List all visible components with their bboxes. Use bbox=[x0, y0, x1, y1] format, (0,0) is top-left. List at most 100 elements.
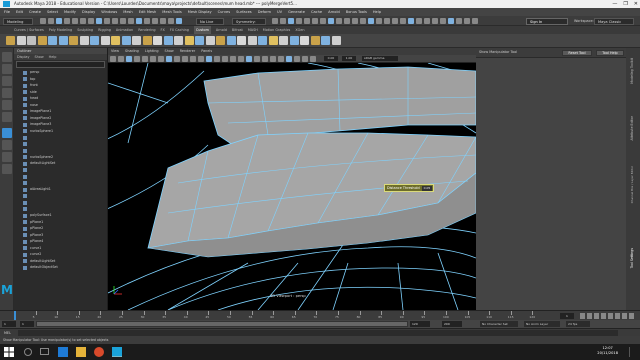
viewport-menu-item[interactable]: Panels bbox=[201, 48, 212, 55]
live-surface-field[interactable]: No Live Surface bbox=[196, 17, 224, 30]
toolbar-icon[interactable] bbox=[280, 18, 286, 24]
viewport-menu-item[interactable]: Lighting bbox=[145, 48, 159, 55]
range-start-field[interactable]: 1 bbox=[20, 321, 34, 327]
menu-item[interactable]: Mesh Display bbox=[188, 8, 212, 16]
toolbar-icon[interactable] bbox=[344, 18, 350, 24]
tab-channel-box[interactable]: Channel Box / Layer Editor bbox=[630, 166, 634, 203]
toolbar-icon[interactable] bbox=[80, 18, 86, 24]
menu-item[interactable]: Create bbox=[29, 8, 41, 16]
skip-end-icon[interactable] bbox=[629, 313, 634, 319]
toolbar-icon[interactable] bbox=[166, 56, 172, 62]
next-key-icon[interactable] bbox=[615, 313, 620, 319]
reset-tool-button[interactable]: Reset Tool bbox=[562, 50, 592, 56]
select-tool-icon[interactable] bbox=[2, 52, 12, 62]
step-forward-icon[interactable] bbox=[622, 313, 627, 319]
menu-item[interactable]: Deform bbox=[258, 8, 271, 16]
layout-four-icon[interactable] bbox=[2, 140, 12, 150]
toolbar-icon[interactable] bbox=[182, 56, 188, 62]
toolbar-icon[interactable] bbox=[144, 18, 150, 24]
minimize-button[interactable]: — bbox=[612, 0, 617, 8]
toolbar-icon[interactable] bbox=[118, 56, 124, 62]
toolbar-icon[interactable] bbox=[112, 18, 118, 24]
shelf-tab[interactable]: Custom bbox=[193, 26, 211, 34]
toolbar-icon[interactable] bbox=[416, 18, 422, 24]
shelf-tool-icon[interactable] bbox=[205, 36, 215, 45]
toolbar-icon[interactable] bbox=[238, 56, 244, 62]
shelf-tool-icon[interactable] bbox=[121, 36, 131, 45]
toolbar-icon[interactable] bbox=[110, 56, 116, 62]
shelf-tool-icon[interactable] bbox=[247, 36, 257, 45]
toolbar-icon[interactable] bbox=[384, 18, 390, 24]
toolbar-icon[interactable] bbox=[432, 18, 438, 24]
toolbar-icon[interactable] bbox=[128, 18, 134, 24]
shelf-tool-icon[interactable] bbox=[142, 36, 152, 45]
toolbar-icon[interactable] bbox=[168, 18, 174, 24]
show-desktop-button[interactable] bbox=[629, 347, 637, 357]
menu-item[interactable]: File bbox=[4, 8, 10, 16]
close-button[interactable]: ✕ bbox=[634, 0, 638, 8]
menu-item[interactable]: Edit Mesh bbox=[139, 8, 157, 16]
toolbar-icon[interactable] bbox=[464, 18, 470, 24]
tab-tool-settings[interactable]: Tool Settings bbox=[630, 248, 634, 268]
edge-browser-icon[interactable] bbox=[58, 347, 68, 357]
toolbar-icon[interactable] bbox=[278, 56, 284, 62]
menu-item[interactable]: Curves bbox=[218, 8, 230, 16]
tab-modeling-toolkit[interactable]: Modeling Toolkit bbox=[630, 58, 634, 84]
shelf-tool-icon[interactable] bbox=[331, 36, 341, 45]
menu-item[interactable]: Edit bbox=[16, 8, 23, 16]
current-frame-field[interactable]: 1 bbox=[560, 313, 574, 319]
shelf-tool-icon[interactable] bbox=[111, 36, 120, 45]
menu-item[interactable]: Mesh Tools bbox=[162, 8, 181, 16]
toolbar-icon[interactable] bbox=[56, 18, 62, 24]
shelf-tool-icon[interactable] bbox=[163, 36, 173, 45]
menu-item[interactable]: Surfaces bbox=[236, 8, 252, 16]
menu-item[interactable]: UV bbox=[277, 8, 282, 16]
shelf-tool-icon[interactable] bbox=[289, 36, 299, 45]
maya-taskbar-icon[interactable] bbox=[112, 347, 122, 357]
viewport-menu-item[interactable]: Show bbox=[165, 48, 174, 55]
viewport-menu-item[interactable]: View bbox=[111, 48, 119, 55]
shelf-tab[interactable]: XGen bbox=[295, 26, 304, 34]
toolbar-icon[interactable] bbox=[288, 18, 294, 24]
paint-select-icon[interactable] bbox=[2, 76, 12, 86]
layout-side-icon[interactable] bbox=[2, 152, 12, 162]
toolbar-icon[interactable] bbox=[472, 18, 478, 24]
shelf-tool-icon[interactable] bbox=[195, 36, 204, 45]
toolbar-icon[interactable] bbox=[150, 56, 156, 62]
toolbar-icon[interactable] bbox=[302, 56, 308, 62]
character-set-dropdown[interactable]: No Character Set bbox=[480, 321, 518, 327]
shelf-tab[interactable]: Arnold bbox=[216, 26, 227, 34]
shelf-tool-icon[interactable] bbox=[37, 36, 47, 45]
shelf-tool-icon[interactable] bbox=[268, 36, 278, 45]
menu-item[interactable]: Arnold bbox=[328, 8, 340, 16]
toolbar-icon[interactable] bbox=[304, 18, 310, 24]
search-icon[interactable] bbox=[24, 348, 32, 356]
menu-item[interactable]: Mesh bbox=[123, 8, 132, 16]
toolbar-icon[interactable] bbox=[120, 18, 126, 24]
layout-single-icon[interactable] bbox=[2, 128, 12, 138]
toolbar-icon[interactable] bbox=[142, 56, 148, 62]
toolbar-icon[interactable] bbox=[158, 56, 164, 62]
outliner-menu-show[interactable]: Show bbox=[35, 54, 44, 60]
range-end-field[interactable]: 120 bbox=[410, 321, 430, 327]
viewport-menu-item[interactable]: Renderer bbox=[180, 48, 195, 55]
toolbar-icon[interactable] bbox=[88, 18, 94, 24]
toolbar-icon[interactable] bbox=[64, 18, 70, 24]
toolbar-icon[interactable] bbox=[134, 56, 140, 62]
toolbar-icon[interactable] bbox=[198, 56, 204, 62]
maximize-button[interactable]: ❐ bbox=[623, 0, 627, 8]
toolbar-icon[interactable] bbox=[270, 56, 276, 62]
toolbar-icon[interactable] bbox=[126, 56, 132, 62]
toolbar-icon[interactable] bbox=[152, 18, 158, 24]
range-bar[interactable] bbox=[36, 321, 408, 327]
shelf-tab[interactable]: Animation bbox=[116, 26, 133, 34]
shelf-tool-icon[interactable] bbox=[226, 36, 236, 45]
toolbar-icon[interactable] bbox=[48, 18, 54, 24]
toolbar-icon[interactable] bbox=[104, 18, 110, 24]
shelf-tab[interactable]: Motion Graphics bbox=[263, 26, 291, 34]
sign-in-button[interactable]: Sign In bbox=[526, 18, 568, 25]
menu-item[interactable]: Bonus Tools bbox=[346, 8, 367, 16]
menu-item[interactable]: Generate bbox=[288, 8, 305, 16]
shelf-tool-icon[interactable] bbox=[90, 36, 99, 45]
shelf-tool-icon[interactable] bbox=[174, 36, 183, 45]
